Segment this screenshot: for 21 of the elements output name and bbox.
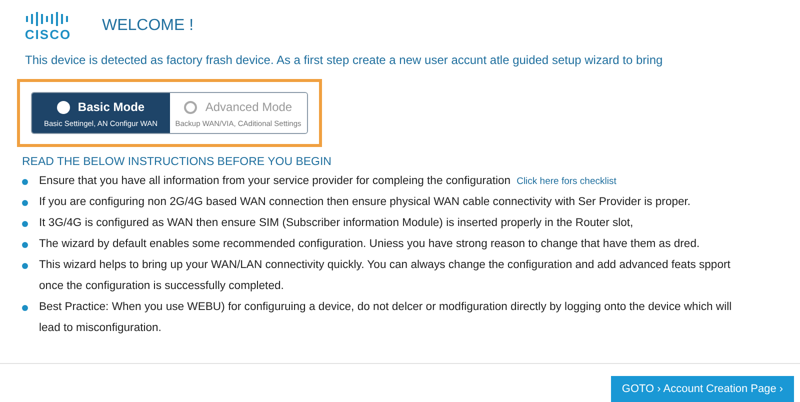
instruction-text: If you are configuring non 2G/4G based WAN connection then ensure physical WAN cable connectivity with Ser Provider is proper. (39, 195, 691, 210)
bullet-icon (22, 221, 28, 227)
page-title: WELCOME ! (102, 16, 194, 34)
logo-text: CISCO (24, 28, 72, 41)
instruction-text: This wizard helps to bring up your WAN/LAN connectivity quickly. You can always change the configuration and add advanced feats spport once the configuration is successfully completed. (39, 258, 732, 294)
bullet-icon (22, 242, 28, 248)
intro-text: This device is detected as factory frash device. As a first step create a new user accunt atle guided setup wizard to bring (25, 53, 664, 67)
instructions-heading: READ THE BELOW INSTRUCTIONS BEFORE YOU BEGIN (22, 156, 332, 168)
checklist-link[interactable]: Click here fors checklist (516, 176, 616, 187)
bullet-icon (22, 263, 28, 269)
bullet-icon (22, 179, 28, 185)
radio-icon (56, 100, 70, 114)
instruction-text: The wizard by default enables some recommended configuration. Uniess you have strong reason to change that have them as dred. (39, 237, 700, 252)
bullet-icon (22, 305, 28, 311)
instruction-text: Ensure that you have all information from your service provider for compleing the configuration Click here fors checklist (39, 174, 616, 189)
instruction-text: It 3G/4G is configured as WAN then ensure SIM (Subscriber information Module) is inserted properly in the Router slot, (39, 216, 634, 231)
instruction-text: Best Practice: When you use WEBU) for configuruing a device, do not delcer or modfiguration directly by logging onto the device which will lead to misconfiguration. (39, 300, 733, 336)
logo-bars-icon (26, 10, 70, 28)
bullet-icon (22, 200, 28, 206)
radio-icon (184, 100, 198, 114)
goto-account-button[interactable]: GOTO › Account Creation Page › (611, 376, 794, 402)
